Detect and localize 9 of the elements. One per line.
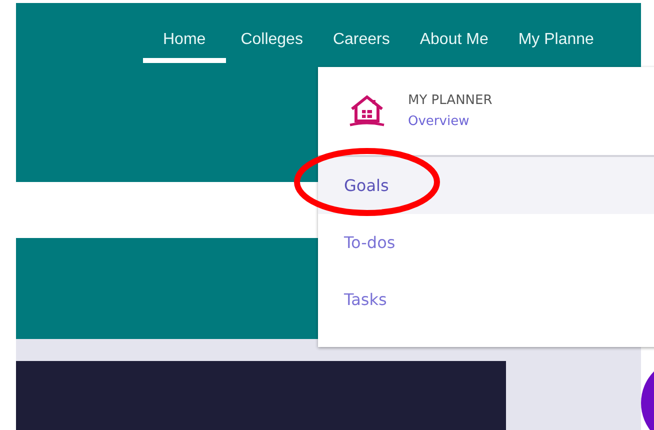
house-icon: [348, 93, 386, 129]
menu-item[interactable]: Goals: [318, 157, 654, 214]
nav-tab[interactable]: Home: [143, 28, 226, 63]
nav-tab[interactable]: Careers: [318, 28, 405, 63]
nav-tab[interactable]: Colleges: [226, 28, 318, 63]
nav-tab[interactable]: My Planne: [503, 28, 609, 63]
nav-tab[interactable]: About Me: [404, 28, 504, 63]
overview-link[interactable]: Overview: [408, 114, 492, 129]
menu-heading: MY PLANNER: [408, 93, 492, 108]
